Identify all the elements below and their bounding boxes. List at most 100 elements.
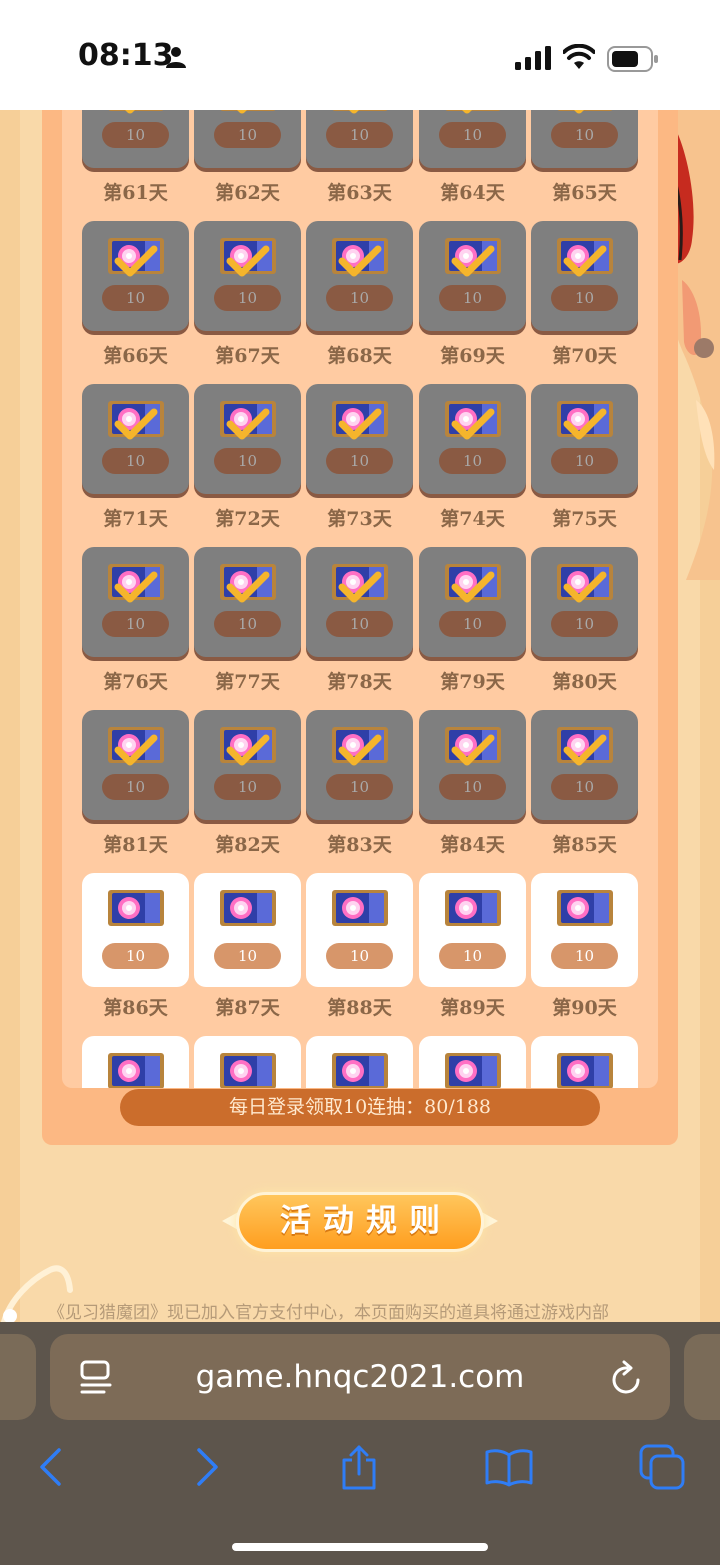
day-label: 第74天 xyxy=(440,508,505,530)
checkmark-icon xyxy=(226,734,270,766)
reward-tile-claimed[interactable]: 10 xyxy=(194,710,301,820)
reward-tile-claimed[interactable]: 10 xyxy=(82,221,189,331)
draw-ticket-icon xyxy=(332,890,388,926)
reward-tile[interactable] xyxy=(82,1036,189,1088)
reward-tile-claimed[interactable]: 10 xyxy=(82,547,189,657)
reward-tile-claimed[interactable]: 10 xyxy=(194,221,301,331)
reward-count: 10 xyxy=(214,774,281,800)
reward-row: 10 第66天 10 第67天 10 第68天 10 第69天 10 第70天 xyxy=(82,221,642,367)
reward-tile-claimed[interactable]: 10 xyxy=(82,710,189,820)
checkmark-icon xyxy=(563,734,607,766)
reward-tile[interactable]: 10 xyxy=(419,873,526,987)
draw-ticket-icon xyxy=(108,1053,164,1088)
next-tab-preview[interactable] xyxy=(684,1334,720,1420)
reward-tile[interactable] xyxy=(194,1036,301,1088)
reward-count: 10 xyxy=(102,611,169,637)
checkmark-icon xyxy=(451,571,495,603)
reward-tile-claimed[interactable]: 10 xyxy=(194,547,301,657)
day-label: 第72天 xyxy=(215,508,280,530)
reward-count: 10 xyxy=(439,774,506,800)
reward-count: 10 xyxy=(551,285,618,311)
checkmark-icon xyxy=(563,408,607,440)
draw-ticket-icon xyxy=(108,890,164,926)
reward-tile-claimed[interactable]: 10 xyxy=(306,384,413,494)
day-label: 第66天 xyxy=(103,345,168,367)
checkmark-icon xyxy=(462,110,472,114)
reward-tile[interactable]: 10 xyxy=(194,873,301,987)
day-label: 第88天 xyxy=(327,997,392,1019)
reward-tile[interactable]: 10 xyxy=(82,873,189,987)
share-button[interactable] xyxy=(334,1442,384,1492)
reward-tile-claimed[interactable]: 10 xyxy=(194,384,301,494)
reward-count: 10 xyxy=(551,943,618,969)
day-label: 第80天 xyxy=(552,671,617,693)
reward-row: 10 第61天 10 第62天 10 第63天 10 第64天 10 第65天 xyxy=(82,110,642,204)
reward-count: 10 xyxy=(214,448,281,474)
day-label: 第87天 xyxy=(215,997,280,1019)
reward-count: 10 xyxy=(439,122,506,148)
activity-rules-button[interactable]: 活动规则 xyxy=(222,1190,498,1254)
day-label: 第79天 xyxy=(440,671,505,693)
battery-icon xyxy=(607,46,658,72)
day-label: 第85天 xyxy=(552,834,617,856)
checkmark-icon xyxy=(114,245,158,277)
reward-tile[interactable] xyxy=(306,1036,413,1088)
rules-text: 《见习猎魔团》现已加入官方支付中心，本页面购买的道具将通过游戏内部 xyxy=(48,1303,609,1322)
day-label: 第75天 xyxy=(552,508,617,530)
checkmark-icon xyxy=(114,734,158,766)
reward-tile-claimed[interactable]: 10 xyxy=(419,110,526,168)
day-label: 第76天 xyxy=(103,671,168,693)
checkmark-icon xyxy=(451,734,495,766)
person-icon xyxy=(166,47,186,68)
reward-tile[interactable]: 10 xyxy=(531,873,638,987)
status-time: 08:13 xyxy=(78,38,174,73)
reload-icon[interactable] xyxy=(610,1360,644,1396)
address-bar[interactable]: game.hnqc2021.com xyxy=(50,1334,670,1420)
day-label: 第68天 xyxy=(327,345,392,367)
reward-count: 10 xyxy=(214,611,281,637)
previous-tab-preview[interactable] xyxy=(0,1334,36,1420)
reward-count: 10 xyxy=(102,122,169,148)
url-text[interactable]: game.hnqc2021.com xyxy=(50,1334,670,1420)
day-label: 第84天 xyxy=(440,834,505,856)
reward-tile-claimed[interactable]: 10 xyxy=(306,547,413,657)
reward-tile-claimed[interactable]: 10 xyxy=(531,221,638,331)
reward-count: 10 xyxy=(551,611,618,637)
draw-ticket-icon xyxy=(557,890,613,926)
reward-tile[interactable] xyxy=(531,1036,638,1088)
reward-tile[interactable] xyxy=(419,1036,526,1088)
bookmarks-button[interactable] xyxy=(484,1442,534,1492)
reward-tile-claimed[interactable]: 10 xyxy=(82,110,189,168)
reward-tile-claimed[interactable]: 10 xyxy=(531,547,638,657)
browser-bottom-bar: game.hnqc2021.com xyxy=(0,1322,720,1565)
reward-tile-claimed[interactable]: 10 xyxy=(419,547,526,657)
reward-tile-claimed[interactable]: 10 xyxy=(419,221,526,331)
day-label: 第83天 xyxy=(327,834,392,856)
reward-tile-claimed[interactable]: 10 xyxy=(419,710,526,820)
reward-tile[interactable]: 10 xyxy=(306,873,413,987)
tabs-button[interactable] xyxy=(638,1442,688,1492)
home-indicator xyxy=(232,1543,488,1551)
reward-tile-claimed[interactable]: 10 xyxy=(194,110,301,168)
checkmark-icon xyxy=(125,110,135,114)
reward-count: 10 xyxy=(439,285,506,311)
reward-tile-claimed[interactable]: 10 xyxy=(419,384,526,494)
day-label: 第78天 xyxy=(327,671,392,693)
reward-count: 10 xyxy=(439,611,506,637)
daily-login-card: 10 第61天 10 第62天 10 第63天 10 第64天 10 第65天 10 第66天 10 第6… xyxy=(42,110,678,1145)
checkmark-icon xyxy=(338,571,382,603)
draw-ticket-icon xyxy=(445,890,501,926)
reward-tile-claimed[interactable]: 10 xyxy=(82,384,189,494)
draw-ticket-icon xyxy=(220,1053,276,1088)
draw-ticket-icon xyxy=(557,1053,613,1088)
reward-tile-claimed[interactable]: 10 xyxy=(531,110,638,168)
reward-tile-claimed[interactable]: 10 xyxy=(306,221,413,331)
checkmark-icon xyxy=(226,245,270,277)
forward-button[interactable] xyxy=(182,1442,232,1492)
reward-tile-claimed[interactable]: 10 xyxy=(531,710,638,820)
back-button[interactable] xyxy=(26,1442,76,1492)
reward-tile-claimed[interactable]: 10 xyxy=(306,110,413,168)
reward-tile-claimed[interactable]: 10 xyxy=(531,384,638,494)
reward-tile-claimed[interactable]: 10 xyxy=(306,710,413,820)
web-page: 10 第61天 10 第62天 10 第63天 10 第64天 10 第65天 10 第66天 10 第6… xyxy=(0,110,720,1322)
